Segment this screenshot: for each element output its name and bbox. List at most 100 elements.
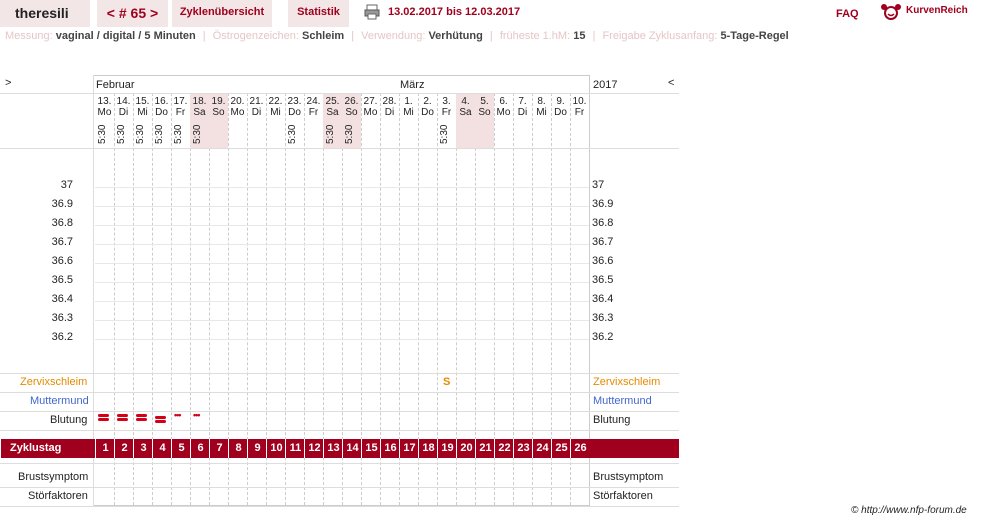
bleeding-mark bbox=[98, 418, 109, 421]
day-header[interactable]: 17. Fr bbox=[171, 96, 190, 118]
cycle-day-number[interactable]: 24 bbox=[532, 439, 552, 458]
day-date: 22. bbox=[268, 96, 283, 107]
day-header[interactable]: 25. Sa bbox=[323, 96, 342, 118]
cycle-day-number[interactable]: 23 bbox=[513, 439, 533, 458]
measure-time: 5:30 bbox=[116, 124, 127, 144]
freigabe-value: 5-Tage-Regel bbox=[720, 30, 789, 42]
year-label: 2017 bbox=[593, 79, 618, 91]
day-header[interactable]: 23. Do bbox=[285, 96, 304, 118]
cycle-day-number[interactable]: 12 bbox=[304, 439, 324, 458]
measure-time: 5:30 bbox=[192, 124, 203, 144]
day-header[interactable]: 19. So bbox=[209, 96, 228, 118]
cycle-day-number[interactable]: 9 bbox=[247, 439, 267, 458]
cycle-day-number[interactable]: 6 bbox=[190, 439, 210, 458]
cycle-day-number[interactable]: 13 bbox=[323, 439, 343, 458]
cycle-day-number[interactable]: 10 bbox=[266, 439, 286, 458]
day-weekday: Di bbox=[251, 107, 262, 118]
day-date: 15. bbox=[135, 96, 150, 107]
cycle-day-number[interactable]: 11 bbox=[285, 439, 305, 458]
day-header[interactable]: 10. Fr bbox=[570, 96, 589, 118]
day-weekday: Do bbox=[288, 107, 301, 118]
cycle-day-number[interactable]: 5 bbox=[171, 439, 191, 458]
day-header[interactable]: 7. Di bbox=[513, 96, 532, 118]
tab-statistics[interactable]: Statistik bbox=[288, 0, 349, 27]
measure-time: 5:30 bbox=[439, 124, 450, 144]
grid-hline bbox=[0, 148, 679, 149]
tab-cycle-overview[interactable]: Zyklenübersicht bbox=[172, 0, 272, 27]
cycle-day-number[interactable]: 15 bbox=[361, 439, 381, 458]
cycle-day-number[interactable]: 2 bbox=[114, 439, 134, 458]
day-date: 9. bbox=[556, 96, 565, 107]
day-header[interactable]: 15. Mi bbox=[133, 96, 152, 118]
day-header[interactable]: 3. Fr bbox=[437, 96, 456, 118]
temp-gridline bbox=[95, 282, 589, 283]
day-header[interactable]: 21. Di bbox=[247, 96, 266, 118]
cycle-day-number[interactable]: 18 bbox=[418, 439, 438, 458]
bleeding-mark bbox=[98, 414, 109, 417]
cycle-day-number[interactable]: 20 bbox=[456, 439, 476, 458]
temp-label-left: 36.6 bbox=[51, 255, 73, 267]
day-date: 21. bbox=[249, 96, 264, 107]
day-header[interactable]: 27. Mo bbox=[361, 96, 380, 118]
cycle-day-number[interactable]: 22 bbox=[494, 439, 514, 458]
cycle-day-number[interactable]: 19 bbox=[437, 439, 457, 458]
temp-label-left: 36.7 bbox=[51, 236, 73, 248]
day-header[interactable]: 5. So bbox=[475, 96, 494, 118]
cycle-day-number[interactable]: 7 bbox=[209, 439, 229, 458]
cycle-day-number[interactable]: 14 bbox=[342, 439, 362, 458]
cycle-day-number[interactable]: 21 bbox=[475, 439, 495, 458]
cycle-day-number[interactable]: 3 bbox=[133, 439, 153, 458]
bleeding-mark bbox=[155, 416, 166, 419]
bleeding-mark bbox=[136, 418, 147, 421]
day-weekday: Mi bbox=[536, 107, 547, 118]
day-header[interactable]: 18. Sa bbox=[190, 96, 209, 118]
grid-hline bbox=[0, 392, 679, 393]
day-header[interactable]: 8. Mi bbox=[532, 96, 551, 118]
day-date: 4. bbox=[461, 96, 470, 107]
temp-label-left: 36.4 bbox=[51, 293, 73, 305]
nav-next-button[interactable]: < bbox=[668, 77, 674, 89]
day-header[interactable]: 26. So bbox=[342, 96, 361, 118]
day-date: 19. bbox=[211, 96, 226, 107]
cycle-day-number[interactable]: 16 bbox=[380, 439, 400, 458]
row-label-brustsymptom-right: Brustsymptom bbox=[593, 471, 664, 483]
cycle-day-number[interactable]: 1 bbox=[95, 439, 115, 458]
print-icon[interactable] bbox=[364, 4, 380, 20]
day-date: 17. bbox=[173, 96, 188, 107]
grid-hline bbox=[0, 93, 679, 94]
cycle-switcher[interactable]: < # 65 > bbox=[97, 0, 168, 27]
kurvenreich-logo-icon[interactable] bbox=[880, 3, 902, 21]
cycle-day-number[interactable]: 26 bbox=[570, 439, 590, 458]
day-header[interactable]: 14. Di bbox=[114, 96, 133, 118]
faq-link[interactable]: FAQ bbox=[836, 2, 859, 27]
bleeding-mark bbox=[155, 420, 166, 423]
temp-label-right: 36.8 bbox=[592, 217, 614, 229]
day-header[interactable]: 2. Do bbox=[418, 96, 437, 118]
username: theresili bbox=[0, 0, 90, 27]
day-header[interactable]: 28. Di bbox=[380, 96, 399, 118]
day-header[interactable]: 20. Mo bbox=[228, 96, 247, 118]
row-label-zervixschleim: Zervixschleim bbox=[20, 376, 88, 388]
day-header[interactable]: 6. Mo bbox=[494, 96, 513, 118]
day-header[interactable]: 9. Do bbox=[551, 96, 570, 118]
cycle-day-number[interactable]: 4 bbox=[152, 439, 172, 458]
row-label-brustsymptom: Brustsymptom bbox=[18, 471, 89, 483]
cycle-day-label: Zyklustag bbox=[10, 442, 62, 454]
day-header[interactable]: 4. Sa bbox=[456, 96, 475, 118]
day-header[interactable]: 1. Mi bbox=[399, 96, 418, 118]
day-header[interactable]: 22. Mi bbox=[266, 96, 285, 118]
date-range: 13.02.2017 bis 12.03.2017 bbox=[388, 6, 521, 18]
day-header[interactable]: 13. Mo bbox=[95, 96, 114, 118]
grid-hline bbox=[0, 463, 679, 464]
day-header[interactable]: 24. Fr bbox=[304, 96, 323, 118]
cycle-day-number[interactable]: 8 bbox=[228, 439, 248, 458]
day-weekday: Mo bbox=[496, 107, 511, 118]
day-header[interactable]: 16. Do bbox=[152, 96, 171, 118]
cycle-day-number[interactable]: 25 bbox=[551, 439, 571, 458]
fruehste-value: 15 bbox=[573, 30, 586, 42]
day-date: 3. bbox=[442, 96, 451, 107]
brand-name[interactable]: KurvenReich bbox=[906, 0, 968, 21]
nav-prev-button[interactable]: > bbox=[5, 77, 11, 89]
grid-hline bbox=[0, 487, 679, 488]
cycle-day-number[interactable]: 17 bbox=[399, 439, 419, 458]
